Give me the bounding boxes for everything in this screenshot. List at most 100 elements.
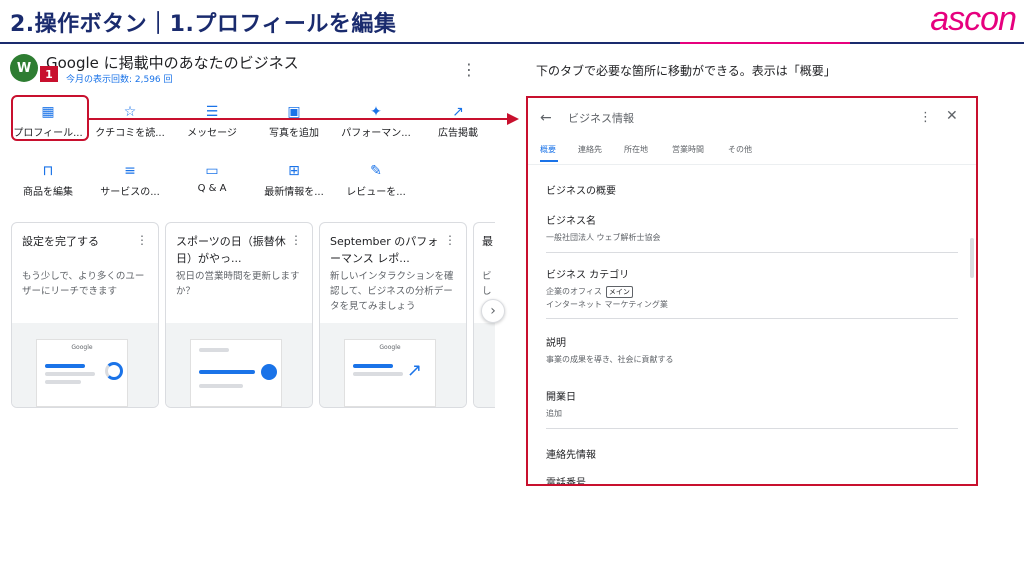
post-icon: ⊞ [288, 163, 300, 179]
card-complete-setup[interactable]: 設定を完了する ⋮ もう少しで、より多くのユーザーにリーチできます Google [11, 222, 159, 408]
carousel-next-button[interactable]: › [481, 299, 505, 323]
card-more-icon[interactable]: ⋮ [444, 233, 456, 247]
page-title: 2.操作ボタン｜1.プロフィールを編集 [10, 12, 397, 37]
field-divider [546, 252, 958, 253]
tab-contact[interactable]: 連絡先 [578, 144, 602, 155]
action-label: 商品を編集 [23, 187, 73, 198]
illus-bar [45, 364, 85, 368]
monthly-views[interactable]: 今月の表示回数: 2,596 回 [66, 72, 173, 85]
more-options-icon[interactable]: ⋮ [919, 110, 932, 125]
description-label: 説明 [546, 338, 566, 349]
tab-overview[interactable]: 概要 [540, 144, 556, 155]
header-divider [0, 42, 1024, 44]
action-label: 広告掲載 [438, 128, 478, 139]
business-category-label: ビジネス カテゴリ [546, 270, 630, 281]
card-title: September のパフォーマンス レポ... [330, 235, 439, 265]
callout-arrow-line [89, 118, 509, 120]
illus-line [45, 380, 81, 384]
action-label: サービスの... [100, 187, 160, 198]
illus-bar [199, 370, 255, 374]
card-body: 新しいインタラクションを確認して、ビジネスの分析データを見てみましょう [330, 271, 454, 312]
category-primary-value: 企業のオフィス [546, 287, 602, 296]
card-illustration: Google [12, 323, 158, 407]
more-options-icon[interactable]: ⋮ [461, 60, 477, 79]
opening-date-add[interactable]: 追加 [546, 408, 562, 419]
illus-google-label: Google [71, 344, 93, 351]
action-label: 最新情報を... [264, 187, 324, 198]
category-primary[interactable]: 企業のオフィス メイン [546, 286, 633, 298]
instruction-text: 下のタブで必要な箇所に移動ができる。表示は「概要」 [536, 64, 836, 78]
action-qa[interactable]: ▭ Q & A [172, 162, 252, 194]
close-icon[interactable]: ✕ [946, 108, 958, 124]
section-overview-heading: ビジネスの概要 [546, 186, 616, 197]
card-title: 設定を完了する [22, 235, 99, 248]
tab-separator [528, 164, 976, 165]
clock-icon [261, 364, 277, 380]
panel-title: ビジネス情報 [568, 112, 634, 125]
card-holiday-hours[interactable]: スポーツの日（振替休日）がやっ... ⋮ 祝日の営業時間を更新しますか？ [165, 222, 313, 408]
business-logo: W [10, 54, 38, 82]
card-more-icon[interactable]: ⋮ [290, 233, 302, 247]
card-more-icon[interactable]: ⋮ [136, 233, 148, 247]
action-label: クチコミを読... [95, 128, 165, 139]
business-name-value[interactable]: 一般社団法人 ウェブ解析士協会 [546, 232, 661, 243]
business-info-panel: ← ビジネス情報 ⋮ ✕ 概要 連絡先 所在地 営業時間 その他 ビジネスの概要… [526, 96, 978, 486]
illus-google-label: Google [379, 344, 401, 351]
action-add-photo[interactable]: ▣ 写真を追加 [254, 103, 334, 139]
card-performance-report[interactable]: September のパフォーマンス レポ... ⋮ 新しいインタラクションを確… [319, 222, 467, 408]
action-messages[interactable]: ☰ メッセージ [172, 103, 252, 139]
phone-label: 電話番号 [546, 478, 586, 486]
primary-badge: メイン [605, 286, 633, 298]
bag-icon: ⊓ [42, 163, 54, 179]
field-divider [546, 318, 958, 319]
section-contact-heading: 連絡先情報 [546, 450, 596, 461]
action-ads[interactable]: ↗ 広告掲載 [418, 103, 498, 139]
card-illustration: Google ↗ [320, 323, 466, 407]
tab-location[interactable]: 所在地 [624, 144, 648, 155]
category-secondary-value[interactable]: インターネット マーケティング業 [546, 299, 668, 310]
card-body: もう少しで、より多くのユーザーにリーチできます [22, 271, 145, 297]
trend-icon: ↗ [407, 360, 423, 381]
illus-progress-ring [105, 362, 123, 380]
action-ask-reviews[interactable]: ✎ レビューを... [336, 162, 416, 198]
action-label: レビューを... [346, 187, 406, 198]
illus-line [353, 372, 403, 376]
tab-more[interactable]: その他 [728, 144, 752, 155]
list-icon: ≡ [124, 163, 136, 179]
description-value[interactable]: 事業の成果を導き、社会に貢献する [546, 354, 673, 365]
action-label: Q & A [197, 183, 227, 194]
illus-line [45, 372, 95, 376]
highlight-box [11, 95, 89, 141]
review-request-icon: ✎ [370, 163, 382, 179]
active-tab-indicator [540, 160, 558, 162]
field-divider [546, 428, 958, 429]
back-arrow-icon[interactable]: ← [540, 110, 552, 126]
card-body: ビ し [482, 271, 492, 297]
illus-line [199, 348, 229, 352]
panel-scrollbar[interactable] [970, 238, 974, 278]
tab-hours[interactable]: 営業時間 [672, 144, 704, 155]
business-name-label: ビジネス名 [546, 216, 596, 227]
action-label: メッセージ [187, 128, 237, 139]
card-illustration [166, 323, 312, 407]
illus-line [199, 384, 243, 388]
opening-date-label: 開業日 [546, 392, 576, 403]
action-services[interactable]: ≡ サービスの... [90, 162, 170, 198]
business-title: Google に掲載中のあなたのビジネス [46, 54, 299, 72]
action-add-update[interactable]: ⊞ 最新情報を... [254, 162, 334, 198]
illus-sheet: Google [36, 339, 128, 407]
action-performance[interactable]: ✦ パフォーマン... [336, 103, 416, 139]
action-edit-products[interactable]: ⊓ 商品を編集 [8, 162, 88, 198]
header-accent-line [680, 42, 850, 44]
brand-logo: ascon [930, 0, 1017, 38]
action-label: パフォーマン... [341, 128, 411, 139]
callout-arrow-head [507, 113, 519, 125]
action-label: 写真を追加 [269, 128, 319, 139]
illus-sheet [190, 339, 282, 407]
card-body: 祝日の営業時間を更新しますか？ [176, 271, 300, 297]
card-title: 最 [482, 235, 493, 248]
qa-icon: ▭ [205, 163, 219, 179]
action-read-reviews[interactable]: ☆ クチコミを読... [90, 103, 170, 139]
step-badge: 1 [40, 66, 58, 82]
card-title: スポーツの日（振替休日）がやっ... [176, 235, 286, 265]
